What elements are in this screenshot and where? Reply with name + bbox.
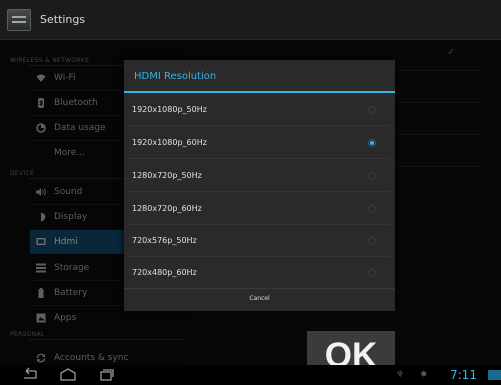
settings-icon[interactable]: [7, 9, 31, 31]
resolution-option[interactable]: 720x480p_60Hz: [124, 256, 395, 288]
option-label: 1920x1080p_50Hz: [132, 105, 207, 114]
radio-button[interactable]: [368, 269, 376, 277]
option-label: 1920x1080p_60Hz: [132, 138, 207, 147]
battery-status-icon: [488, 370, 501, 380]
dialog-title-bar: HDMI Resolution: [124, 60, 395, 92]
hdmi-resolution-dialog: HDMI Resolution 1920x1080p_50Hz 1920x108…: [124, 60, 395, 311]
resolution-option[interactable]: 720x576p_50Hz: [124, 224, 395, 256]
resolution-option[interactable]: 1280x720p_50Hz: [124, 159, 395, 191]
page-title: Settings: [40, 13, 86, 26]
radio-button-selected[interactable]: [368, 139, 376, 147]
debug-icon: ✸: [420, 370, 428, 380]
cancel-button[interactable]: Cancel: [124, 288, 395, 311]
usb-icon: ♆: [396, 370, 405, 380]
resolution-option[interactable]: 1920x1080p_60Hz: [124, 126, 395, 158]
option-label: 720x480p_60Hz: [132, 268, 197, 277]
dialog-title: HDMI Resolution: [134, 71, 217, 82]
option-label: 1280x720p_50Hz: [132, 171, 202, 180]
home-icon[interactable]: [58, 367, 78, 383]
back-icon[interactable]: [20, 367, 40, 383]
clock: 7:11: [450, 368, 477, 382]
resolution-option[interactable]: 1920x1080p_50Hz: [124, 93, 395, 125]
radio-button[interactable]: [368, 237, 376, 245]
radio-button[interactable]: [368, 172, 376, 180]
radio-button[interactable]: [368, 106, 376, 114]
resolution-option[interactable]: 1280x720p_60Hz: [124, 192, 395, 224]
action-bar: Settings: [0, 0, 501, 40]
option-label: 1280x720p_60Hz: [132, 204, 202, 213]
recent-apps-icon[interactable]: [96, 367, 116, 383]
radio-button[interactable]: [368, 205, 376, 213]
cancel-label: Cancel: [249, 295, 270, 302]
option-label: 720x576p_50Hz: [132, 236, 197, 245]
